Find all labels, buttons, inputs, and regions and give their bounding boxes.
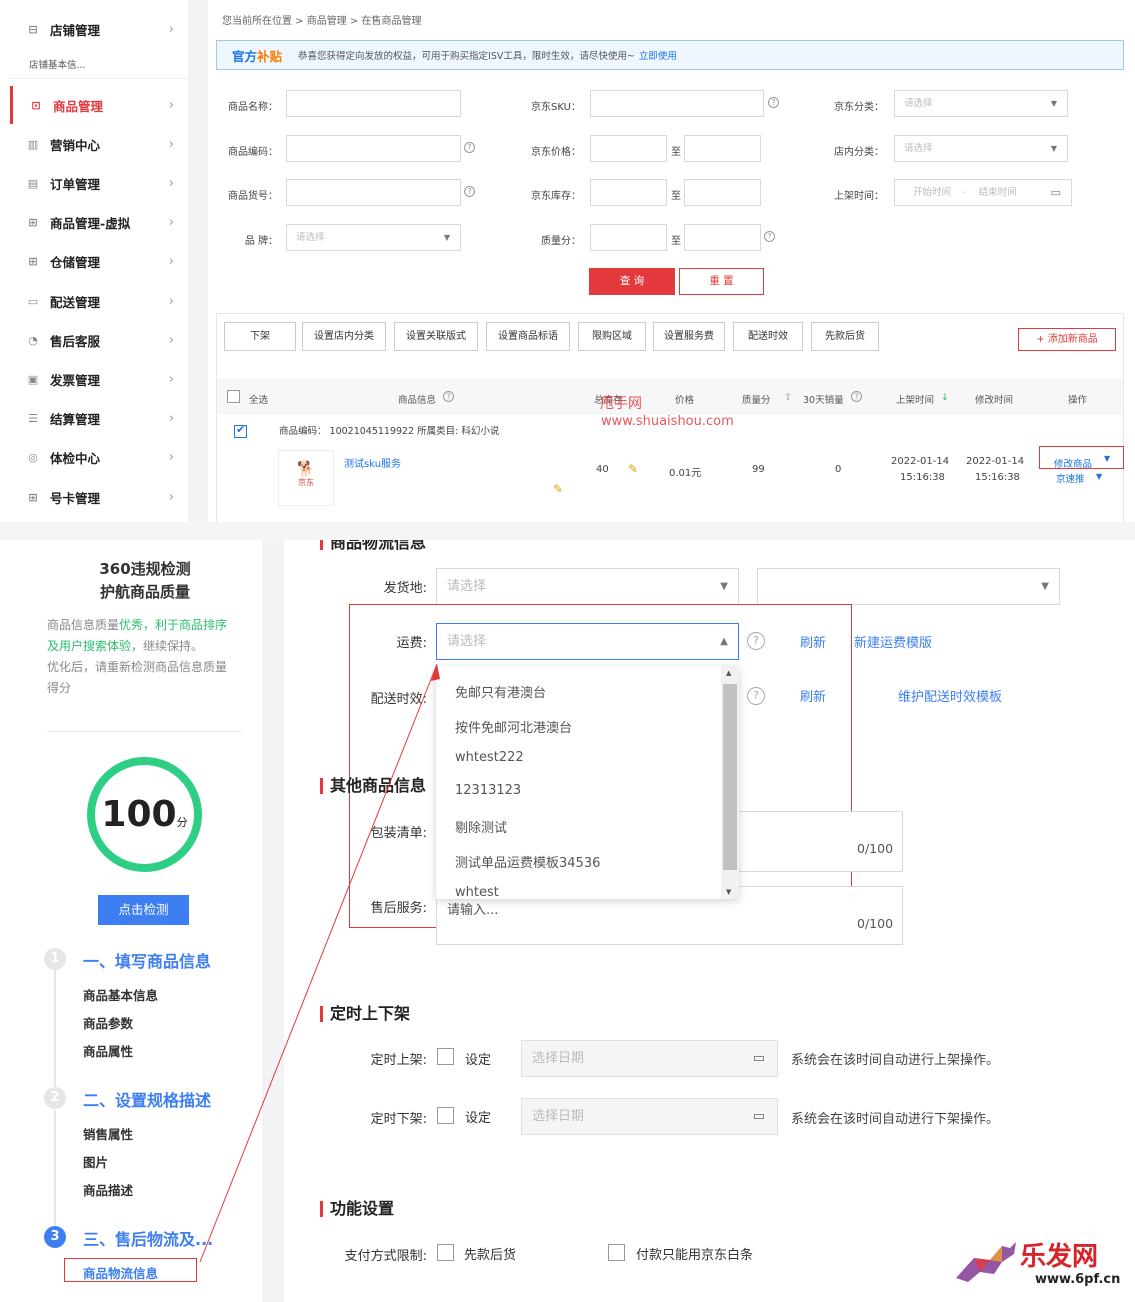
annotation-arrow [199, 663, 440, 1263]
horse-logo-icon [950, 1238, 1022, 1286]
site-logo-text: 乐发网 [1020, 1242, 1099, 1272]
site-logo-url: www.6pf.cn [1035, 1272, 1121, 1287]
